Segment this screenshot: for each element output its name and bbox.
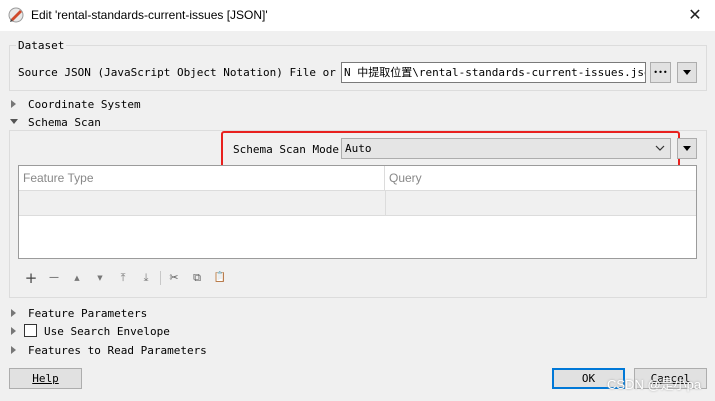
coordinate-system-header[interactable]: Coordinate System (28, 98, 141, 111)
dropdown-arrow-icon (683, 70, 691, 75)
column-header-feature-type[interactable]: Feature Type (19, 166, 385, 191)
feature-parameters-header[interactable]: Feature Parameters (28, 307, 147, 320)
move-top-icon[interactable]: ⤒ (116, 271, 130, 285)
window-title: Edit 'rental-standards-current-issues [J… (31, 8, 268, 22)
ok-button-label: OK (581, 372, 596, 385)
schema-scan-mode-label: Schema Scan Mode: (233, 143, 346, 156)
features-to-read-header[interactable]: Features to Read Parameters (28, 344, 207, 357)
source-input[interactable]: N 中提取位置\rental-standards-current-issues.… (341, 62, 646, 83)
move-bottom-icon[interactable]: ⤓ (139, 271, 153, 285)
use-search-envelope-label[interactable]: Use Search Envelope (44, 325, 170, 338)
chevron-down-icon (655, 140, 665, 162)
dataset-legend: Dataset (16, 39, 67, 52)
close-icon[interactable]: ✕ (680, 4, 710, 26)
column-header-query[interactable]: Query (385, 166, 696, 191)
paste-icon[interactable]: 📋 (213, 271, 227, 285)
source-menu-button[interactable] (677, 62, 697, 83)
table-cell-divider (385, 191, 386, 216)
schema-scan-menu-button[interactable] (677, 138, 697, 159)
schema-scan-header[interactable]: Schema Scan (28, 116, 101, 129)
watermark: CSDN @是小pa (607, 377, 702, 392)
dropdown-arrow-icon (683, 146, 691, 151)
table-row[interactable] (19, 191, 696, 216)
use-search-envelope-checkbox[interactable] (24, 324, 37, 337)
help-button[interactable]: Help (9, 368, 82, 389)
ellipsis-icon: ••• (653, 68, 668, 77)
browse-button[interactable]: ••• (650, 62, 671, 83)
app-icon (8, 7, 24, 23)
move-down-icon[interactable]: ▼ (93, 271, 107, 285)
toolbar-separator (160, 271, 161, 285)
remove-icon[interactable]: — (47, 271, 61, 285)
copy-icon[interactable]: ⧉ (190, 271, 204, 285)
expand-feature-parameters-icon[interactable] (11, 309, 16, 317)
help-button-label: Help (32, 372, 59, 385)
source-label: Source JSON (JavaScript Object Notation)… (18, 66, 369, 79)
add-icon[interactable]: + (24, 271, 38, 286)
move-up-icon[interactable]: ▲ (70, 271, 84, 285)
cut-icon[interactable]: ✂ (167, 271, 181, 285)
expand-features-to-read-icon[interactable] (11, 346, 16, 354)
schema-scan-mode-value: Auto (345, 142, 372, 155)
expand-search-envelope-icon[interactable] (11, 327, 16, 335)
collapse-schema-scan-icon[interactable] (10, 119, 18, 124)
schema-scan-mode-select[interactable]: Auto (341, 138, 671, 159)
feature-type-table[interactable]: Feature Type Query (18, 165, 697, 259)
expand-coordinate-system-icon[interactable] (11, 100, 16, 108)
